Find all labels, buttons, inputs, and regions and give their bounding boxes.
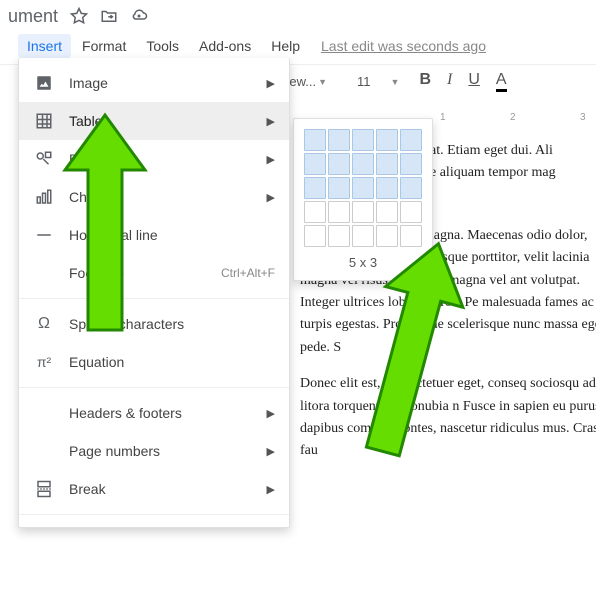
chevron-down-icon: ▼ — [391, 77, 400, 87]
menu-item-headers-footers[interactable]: Headers & footers ▶ — [19, 394, 289, 432]
table-cell[interactable] — [400, 153, 422, 175]
table-cell[interactable] — [400, 225, 422, 247]
menu-label: Horizontal line — [69, 227, 275, 243]
text-color-button[interactable]: A — [496, 71, 507, 92]
menu-item-equation[interactable]: π² Equation — [19, 343, 289, 381]
table-cell[interactable] — [352, 177, 374, 199]
ruler-tick: 3 — [580, 112, 586, 123]
bold-button[interactable]: B — [419, 71, 431, 92]
table-cell[interactable] — [352, 129, 374, 151]
menu-format[interactable]: Format — [73, 34, 135, 58]
submenu-arrow-icon: ▶ — [267, 115, 275, 128]
move-folder-icon[interactable] — [100, 7, 118, 25]
insert-dropdown-menu: Image ▶ Table ▶ Drawing ▶ Chart ▶ Horizo… — [18, 58, 290, 528]
italic-button[interactable]: I — [447, 71, 452, 92]
table-cell[interactable] — [376, 129, 398, 151]
menu-item-chart[interactable]: Chart ▶ — [19, 178, 289, 216]
table-cell[interactable] — [352, 225, 374, 247]
shortcut-label: Ctrl+Alt+F — [221, 266, 275, 280]
menu-label: Special characters — [69, 316, 275, 332]
submenu-arrow-icon: ▶ — [267, 445, 275, 458]
table-cell[interactable] — [352, 201, 374, 223]
page-break-icon — [33, 480, 55, 498]
table-cell[interactable] — [376, 153, 398, 175]
table-size-picker[interactable]: 5 x 3 — [293, 118, 433, 281]
menu-label: Headers & footers — [69, 405, 267, 421]
paragraph: e aliquam tempor mag — [430, 162, 596, 184]
menu-label: Chart — [69, 189, 267, 205]
horizontal-line-icon — [33, 226, 55, 244]
table-size-caption: 5 x 3 — [304, 255, 422, 270]
chart-icon — [33, 188, 55, 206]
menu-separator — [19, 387, 289, 388]
menu-label: Footnote — [69, 265, 221, 281]
table-cell[interactable] — [376, 225, 398, 247]
menu-item-drawing[interactable]: Drawing ▶ — [19, 140, 289, 178]
font-size-dropdown[interactable]: 11 ▼ — [357, 74, 399, 89]
table-icon — [33, 112, 55, 130]
paragraph: at. Etiam eget dui. Ali — [430, 140, 596, 162]
title-bar: ument — [0, 0, 596, 32]
menu-label: Image — [69, 75, 267, 91]
table-cell[interactable] — [376, 177, 398, 199]
document-title: ument — [8, 6, 58, 27]
menu-item-page-numbers[interactable]: Page numbers ▶ — [19, 432, 289, 470]
menu-item-table[interactable]: Table ▶ — [19, 102, 289, 140]
chevron-down-icon: ▼ — [318, 77, 327, 87]
underline-button[interactable]: U — [468, 71, 480, 92]
table-cell[interactable] — [304, 177, 326, 199]
menu-item-footnote[interactable]: Footnote Ctrl+Alt+F — [19, 254, 289, 292]
table-cell[interactable] — [304, 129, 326, 151]
menu-label: Table — [69, 113, 267, 129]
cloud-icon[interactable] — [130, 7, 148, 25]
drawing-icon — [33, 150, 55, 168]
table-cell[interactable] — [328, 153, 350, 175]
star-icon[interactable] — [70, 7, 88, 25]
menu-separator — [19, 298, 289, 299]
ruler-tick: 2 — [510, 112, 516, 123]
menu-separator — [19, 514, 289, 515]
table-cell[interactable] — [328, 129, 350, 151]
menu-item-special-characters[interactable]: Ω Special characters — [19, 305, 289, 343]
menu-insert[interactable]: Insert — [18, 34, 71, 58]
menu-label: Page numbers — [69, 443, 267, 459]
submenu-arrow-icon: ▶ — [267, 407, 275, 420]
table-cell[interactable] — [304, 153, 326, 175]
table-cell[interactable] — [304, 201, 326, 223]
menu-addons[interactable]: Add-ons — [190, 34, 260, 58]
table-cell[interactable] — [400, 201, 422, 223]
table-cell[interactable] — [328, 201, 350, 223]
menu-label: Break — [69, 481, 267, 497]
menu-label: Equation — [69, 354, 275, 370]
ruler-tick: 1 — [440, 112, 446, 123]
last-edit-link[interactable]: Last edit was seconds ago — [321, 38, 486, 54]
omega-icon: Ω — [33, 315, 55, 333]
submenu-arrow-icon: ▶ — [267, 153, 275, 166]
menu-item-image[interactable]: Image ▶ — [19, 64, 289, 102]
table-cell[interactable] — [400, 177, 422, 199]
menu-label: Drawing — [69, 151, 267, 167]
submenu-arrow-icon: ▶ — [267, 77, 275, 90]
menu-help[interactable]: Help — [262, 34, 309, 58]
pi-icon: π² — [33, 354, 55, 370]
table-cell[interactable] — [376, 201, 398, 223]
submenu-arrow-icon: ▶ — [267, 191, 275, 204]
image-icon — [33, 74, 55, 92]
table-cell[interactable] — [352, 153, 374, 175]
font-size-label: 11 — [357, 74, 371, 89]
paragraph: Donec elit est, consectetuer eget, conse… — [300, 373, 596, 463]
table-cell[interactable] — [328, 177, 350, 199]
submenu-arrow-icon: ▶ — [267, 483, 275, 496]
menu-item-break[interactable]: Break ▶ — [19, 470, 289, 508]
table-grid[interactable] — [304, 129, 422, 247]
table-cell[interactable] — [328, 225, 350, 247]
table-cell[interactable] — [400, 129, 422, 151]
menu-item-horizontal-line[interactable]: Horizontal line — [19, 216, 289, 254]
table-cell[interactable] — [304, 225, 326, 247]
menu-tools[interactable]: Tools — [137, 34, 188, 58]
